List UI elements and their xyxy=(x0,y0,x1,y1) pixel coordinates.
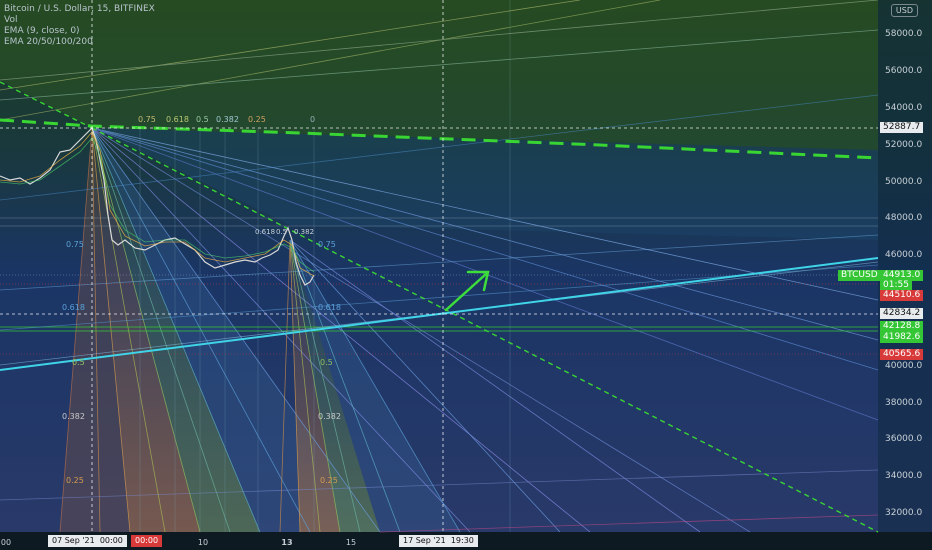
red-time-badge: 00:00 xyxy=(131,535,163,547)
chart-area[interactable]: Bitcoin / U.S. Dollar, 15, BITFINEX Vol … xyxy=(0,0,932,550)
price-tick: 40000.0 xyxy=(885,361,923,371)
price-tick: 34000.0 xyxy=(885,471,923,481)
price-tick: 56000.0 xyxy=(885,66,923,76)
chart-legend: Bitcoin / U.S. Dollar, 15, BITFINEX Vol … xyxy=(4,4,155,48)
fib-label-mini: 0.382 xyxy=(294,228,315,236)
legend-ema-1[interactable]: EMA (9, close, 0) xyxy=(4,26,155,37)
time-tick: 13 xyxy=(281,538,293,547)
fib-label: 0.25 xyxy=(320,476,338,485)
crosshair-time-badge-1: 07 Sep '21 00:00 xyxy=(48,535,127,547)
price-axis-bg xyxy=(878,0,932,532)
fib-label: 0.618 xyxy=(62,303,85,312)
time-badge-time: 19:30 xyxy=(450,536,474,545)
fib-label: 0.25 xyxy=(248,115,266,124)
green-level-badge: 42128.8 xyxy=(880,321,924,332)
fib-label: 0.5 xyxy=(72,358,85,367)
red-level-badge: 40565.6 xyxy=(880,349,924,360)
chart-canvas[interactable] xyxy=(0,0,932,550)
red-price-badge: 44510.6 xyxy=(880,290,924,301)
crosshair-price-badge-2: 42834.2 xyxy=(880,308,924,319)
price-tick: 50000.0 xyxy=(885,177,923,187)
price-tick: 32000.0 xyxy=(885,508,923,518)
fib-label: 0.75 xyxy=(66,240,84,249)
legend-vol[interactable]: Vol xyxy=(4,15,155,26)
crosshair-price-badge: 52887.7 xyxy=(880,122,924,133)
fib-label: 0.75 xyxy=(318,240,336,249)
time-badge-date: 17 Sep '21 xyxy=(403,536,446,545)
fib-label-mini: 0.5 xyxy=(276,228,288,236)
fib-label: 0.5 xyxy=(196,115,209,124)
green-level-badge: 41982.6 xyxy=(880,332,924,343)
price-tick: 38000.0 xyxy=(885,398,923,408)
time-tick: 10 xyxy=(197,538,209,547)
fib-label: 0.5 xyxy=(320,358,333,367)
fib-label: 0 xyxy=(310,115,316,124)
fib-label: 0.382 xyxy=(216,115,239,124)
price-tick: 52000.0 xyxy=(885,140,923,150)
price-tick: 54000.0 xyxy=(885,103,923,113)
symbol-badge[interactable]: BTCUSD xyxy=(838,270,881,281)
currency-button[interactable]: USD xyxy=(890,4,918,17)
price-tick: 36000.0 xyxy=(885,434,923,444)
time-tick: 15 xyxy=(345,538,357,547)
price-tick: 46000.0 xyxy=(885,250,923,260)
fib-label: 0.382 xyxy=(318,412,341,421)
time-badge-time: 00:00 xyxy=(99,536,123,545)
fib-label-mini: 0.618 xyxy=(255,228,276,236)
price-tick: 58000.0 xyxy=(885,29,923,39)
time-badge-date: 07 Sep '21 xyxy=(52,536,95,545)
time-tick: 00 xyxy=(0,538,12,547)
legend-ema-2[interactable]: EMA 20/50/100/200 xyxy=(4,37,155,48)
price-tick: 48000.0 xyxy=(885,213,923,223)
crosshair-time-badge-2: 17 Sep '21 19:30 xyxy=(399,535,478,547)
fib-label: 0.618 xyxy=(166,115,189,124)
fib-label: 0.25 xyxy=(66,476,84,485)
legend-title: Bitcoin / U.S. Dollar, 15, BITFINEX xyxy=(4,4,155,14)
fib-label: 0.75 xyxy=(138,115,156,124)
fib-label: 0.382 xyxy=(62,412,85,421)
fib-label: 0.618 xyxy=(318,303,341,312)
